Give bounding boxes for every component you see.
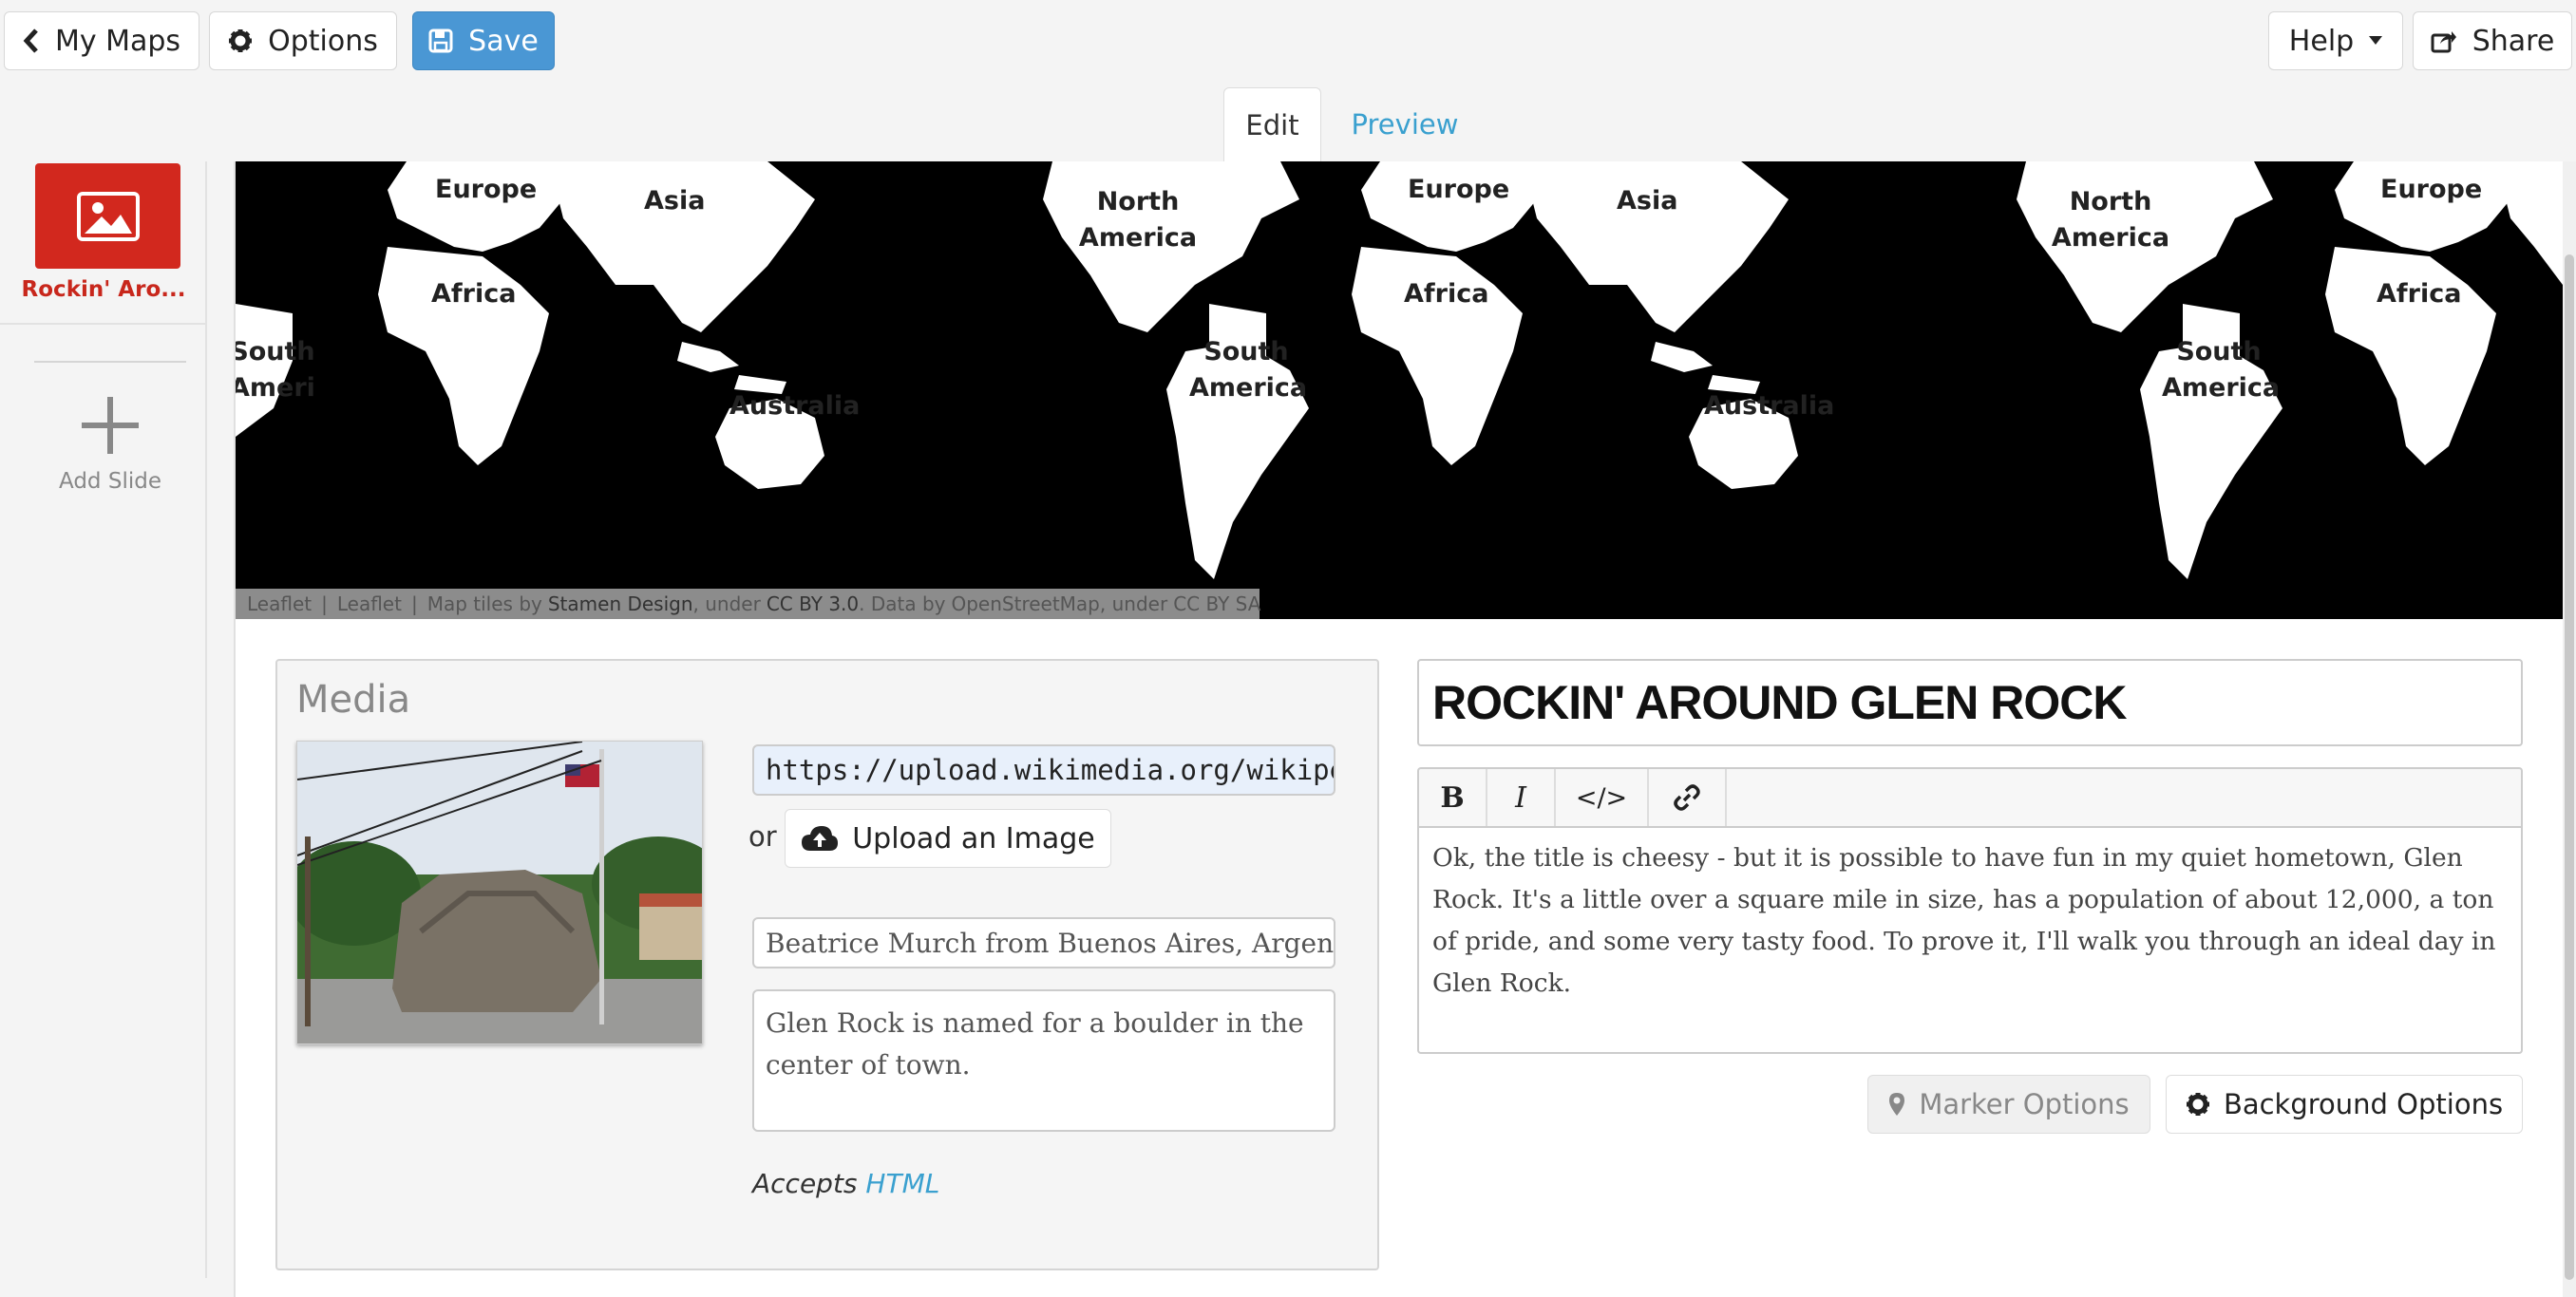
link-button[interactable] xyxy=(1649,769,1727,826)
attribution-data-prefix: . Data by xyxy=(859,592,946,615)
add-slide-label[interactable]: Add Slide xyxy=(0,469,220,494)
map-label-south-america-0: South America xyxy=(236,337,315,403)
map-attribution: Leaflet | Leaflet | Map tiles by Stamen De… xyxy=(236,589,1260,619)
attribution-cc-by-link[interactable]: CC BY 3.0 xyxy=(767,592,859,615)
glen-rock-photo xyxy=(297,742,702,1043)
map-label-europe: Europe xyxy=(435,175,538,204)
map-label-north-america: North America xyxy=(1078,187,1198,253)
scrollbar-thumb[interactable] xyxy=(2565,254,2574,1280)
attribution-leaflet-link[interactable]: Leaflet xyxy=(247,592,312,615)
map-label-australia-2: Australia xyxy=(1704,391,1835,421)
caret-down-icon xyxy=(2369,36,2383,45)
media-credit-input[interactable]: Beatrice Murch from Buenos Aires, Argent… xyxy=(752,917,1335,968)
marker-options-button[interactable]: Marker Options xyxy=(1867,1075,2150,1134)
share-button[interactable]: Share xyxy=(2413,11,2572,70)
plus-icon xyxy=(82,397,139,454)
tab-edit[interactable]: Edit xyxy=(1223,87,1321,161)
map-label-asia-2: Asia xyxy=(1617,186,1678,216)
accepts-html-link[interactable]: HTML xyxy=(865,1168,939,1199)
media-caption-textarea[interactable]: Glen Rock is named for a boulder in the … xyxy=(752,989,1335,1132)
tab-preview[interactable]: Preview xyxy=(1334,87,1476,161)
map-label-africa-2: Africa xyxy=(1404,279,1489,309)
upload-image-label: Upload an Image xyxy=(852,821,1095,855)
gear-icon xyxy=(2186,1093,2209,1116)
or-label: or xyxy=(748,820,777,853)
media-url-input[interactable]: https://upload.wikimedia.org/wikipedia xyxy=(752,744,1335,796)
slide-thumbnail[interactable] xyxy=(35,163,180,269)
map-label-north-america-2: North America xyxy=(2051,187,2170,253)
sidebar-divider xyxy=(0,323,207,325)
save-label: Save xyxy=(468,24,539,58)
chevron-left-icon xyxy=(23,28,38,53)
attribution-tiles-prefix: Map tiles by xyxy=(426,592,542,615)
editor-toolbar: B I </> xyxy=(1417,767,2523,826)
slide-title-input[interactable]: ROCKIN' AROUND GLEN ROCK xyxy=(1417,659,2523,746)
add-slide-button[interactable] xyxy=(34,395,186,480)
attribution-cc-by-sa-link[interactable]: CC BY SA xyxy=(1173,592,1260,615)
upload-image-button[interactable]: Upload an Image xyxy=(785,809,1111,868)
image-icon xyxy=(76,191,140,241)
floppy-disk-icon xyxy=(428,28,453,53)
map-label-asia: Asia xyxy=(644,186,706,216)
attribution-under-1: , under xyxy=(692,592,761,615)
link-icon xyxy=(1674,784,1700,811)
gear-icon xyxy=(229,29,253,52)
italic-button[interactable]: I xyxy=(1487,769,1556,826)
share-label: Share xyxy=(2472,24,2555,58)
cloud-upload-icon xyxy=(802,826,839,851)
background-map[interactable]: Europe Asia Africa Australia North Ameri… xyxy=(236,161,2565,619)
map-label-australia: Australia xyxy=(729,391,861,421)
my-maps-label: My Maps xyxy=(54,24,181,58)
options-button[interactable]: Options xyxy=(209,11,397,70)
map-label-europe-2: Europe xyxy=(1408,175,1510,204)
help-label: Help xyxy=(2288,24,2355,58)
media-panel-title: Media xyxy=(296,678,411,722)
background-options-button[interactable]: Background Options xyxy=(2166,1075,2523,1134)
attribution-stamen-link[interactable]: Stamen Design xyxy=(548,592,693,615)
map-label-africa: Africa xyxy=(431,279,517,309)
media-photo-preview xyxy=(296,741,703,1044)
accepts-html-note: Accepts HTML xyxy=(752,1168,939,1199)
slide-sidebar: Rockin' Aro... xyxy=(0,161,207,1278)
html-code-button[interactable]: </> xyxy=(1556,769,1649,826)
attribution-osm-link[interactable]: OpenStreetMap xyxy=(951,592,1099,615)
map-label-south-america: South America xyxy=(1189,337,1308,403)
help-button[interactable]: Help xyxy=(2268,11,2403,70)
map-label-europe-3: Europe xyxy=(2380,175,2483,204)
marker-options-label: Marker Options xyxy=(1919,1088,2130,1120)
media-panel: Media https://upload.wikimedia.org/wikip… xyxy=(275,659,1379,1270)
accepts-prefix: Accepts xyxy=(752,1168,858,1199)
share-icon xyxy=(2431,31,2456,53)
save-button[interactable]: Save xyxy=(412,11,555,70)
options-label: Options xyxy=(268,24,378,58)
bold-button[interactable]: B xyxy=(1419,769,1487,826)
slide-body-editor[interactable]: Ok, the title is cheesy - but it is poss… xyxy=(1417,826,2523,1054)
attribution-under-2: , under xyxy=(1099,592,1168,615)
map-marker-icon xyxy=(1889,1093,1905,1116)
map-label-south-america-2: South America xyxy=(2162,337,2281,403)
attribution-leaflet-link-2[interactable]: Leaflet xyxy=(337,592,402,615)
map-label-africa-3: Africa xyxy=(2377,279,2462,309)
background-options-label: Background Options xyxy=(2223,1088,2504,1120)
sidebar-divider xyxy=(34,361,186,363)
slide-title-label[interactable]: Rockin' Aro... xyxy=(0,277,207,302)
my-maps-button[interactable]: My Maps xyxy=(4,11,199,70)
